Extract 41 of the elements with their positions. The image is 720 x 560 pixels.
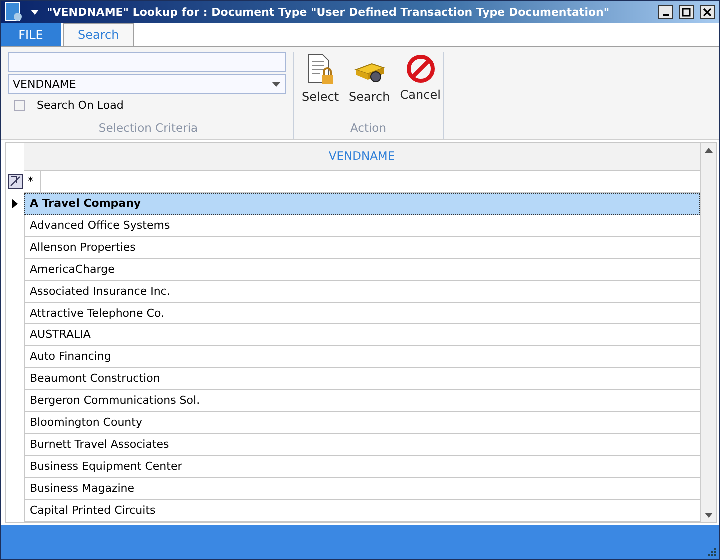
search-field[interactable]	[8, 52, 286, 72]
table-cell[interactable]: Business Equipment Center	[24, 456, 700, 478]
resize-grip-icon[interactable]	[706, 546, 716, 556]
group-label: Selection Criteria	[98, 121, 200, 135]
select-button[interactable]: Select	[298, 52, 344, 106]
table-cell[interactable]: Bloomington County	[24, 412, 700, 434]
maximize-icon	[682, 8, 691, 16]
minimize-button[interactable]	[658, 5, 673, 19]
table-cell[interactable]: Auto Financing	[24, 346, 700, 368]
close-icon	[703, 8, 712, 16]
column-header[interactable]: VENDNAME	[24, 143, 700, 171]
table-cell[interactable]: Beaumont Construction	[24, 368, 700, 390]
table-cell[interactable]: Allenson Properties	[24, 236, 700, 259]
table-cell[interactable]: Bergeron Communications Sol.	[24, 390, 700, 412]
window-title: "VENDNAME" Lookup for : Document Type "User Defined Transaction Type Documentation"	[47, 6, 611, 18]
table-cell[interactable]: A Travel Company	[24, 192, 700, 215]
dropdown-icon[interactable]	[29, 7, 41, 17]
no-entry-icon	[406, 54, 436, 84]
table-cell[interactable]: AmericaCharge	[24, 258, 700, 281]
caret-icon	[272, 82, 281, 86]
ribbon-tab[interactable]: Search	[63, 23, 134, 46]
table-cell[interactable]: Advanced Office Systems	[24, 214, 700, 237]
file-menu-tab[interactable]: FILE	[1, 23, 61, 46]
checkbox-label: Search On Load	[37, 99, 124, 112]
scrollbar[interactable]	[700, 143, 716, 522]
checkbox[interactable]	[14, 100, 25, 111]
table-cell[interactable]: Attractive Telephone Co.	[24, 302, 700, 324]
table-cell[interactable]: Capital Printed Circuits	[24, 500, 700, 522]
search-button[interactable]: Search	[345, 52, 394, 106]
table-cell[interactable]: AUSTRALIA	[24, 324, 700, 346]
cancel-button[interactable]: Cancel	[396, 52, 445, 106]
maximize-button[interactable]	[679, 5, 694, 19]
document-lock-icon	[306, 54, 336, 86]
group-label: Action	[349, 121, 388, 135]
filter-icon[interactable]	[8, 174, 22, 190]
table-cell[interactable]: Burnett Travel Associates	[24, 434, 700, 456]
table-cell[interactable]: Associated Insurance Inc.	[24, 280, 700, 303]
close-button[interactable]	[700, 5, 715, 19]
current-row-icon	[12, 198, 18, 209]
column-dropdown[interactable]: VENDNAME	[8, 74, 286, 94]
table-cell[interactable]: Business Magazine	[24, 478, 700, 500]
